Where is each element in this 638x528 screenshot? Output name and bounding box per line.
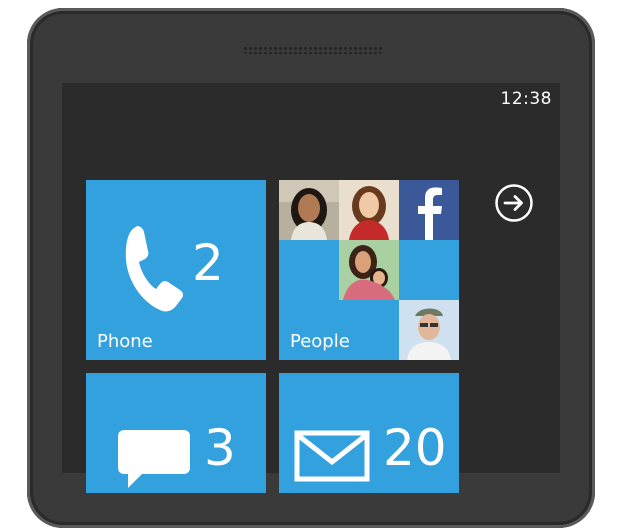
unread-messages-count: 3 xyxy=(204,419,236,477)
phone-icon xyxy=(125,226,184,312)
phone-tile-label: Phone xyxy=(97,331,153,352)
contact-photo xyxy=(279,180,339,240)
people-tile[interactable]: People xyxy=(279,180,459,360)
speech-bubble-icon xyxy=(118,430,190,488)
messaging-tile[interactable]: 3 xyxy=(86,373,266,493)
contact-photo xyxy=(339,240,399,300)
missed-calls-count: 2 xyxy=(192,234,224,292)
envelope-icon xyxy=(294,430,370,482)
facebook-tile xyxy=(399,180,459,240)
status-clock: 12:38 xyxy=(500,89,552,109)
earpiece-speaker xyxy=(243,46,383,54)
email-tile[interactable]: 20 xyxy=(279,373,459,493)
arrow-right-circle-icon[interactable] xyxy=(494,183,534,223)
unread-email-count: 20 xyxy=(383,419,447,477)
contact-photo xyxy=(339,180,399,240)
contact-photo xyxy=(399,300,459,360)
phone-tile[interactable]: 2 Phone xyxy=(86,180,266,360)
facebook-icon xyxy=(418,187,442,240)
phone-screen: 12:38 2 Phone People 3 20 xyxy=(62,83,560,493)
people-tile-label: People xyxy=(290,331,350,352)
